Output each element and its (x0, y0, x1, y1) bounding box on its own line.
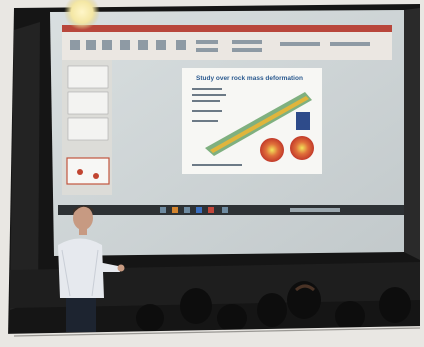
lecture-photo: Study over rock mass deformation (0, 0, 424, 347)
left-wall (10, 22, 40, 310)
screen-shadow (404, 8, 420, 260)
thumbnail-3 (67, 117, 109, 141)
thumbnail-4-dot-2 (93, 173, 99, 179)
slide-inset (296, 112, 310, 130)
slide-title: Study over rock mass deformation (196, 75, 303, 82)
app-title-bar (62, 25, 392, 32)
thumbnail-1 (67, 65, 109, 89)
contour-plot-1 (260, 138, 284, 162)
thumbnail-2 (67, 91, 109, 115)
thumbnail-4-selected (66, 157, 110, 185)
thumbnail-4-dot (77, 169, 83, 175)
contour-plot-2 (290, 136, 314, 160)
taskbar (58, 205, 404, 215)
